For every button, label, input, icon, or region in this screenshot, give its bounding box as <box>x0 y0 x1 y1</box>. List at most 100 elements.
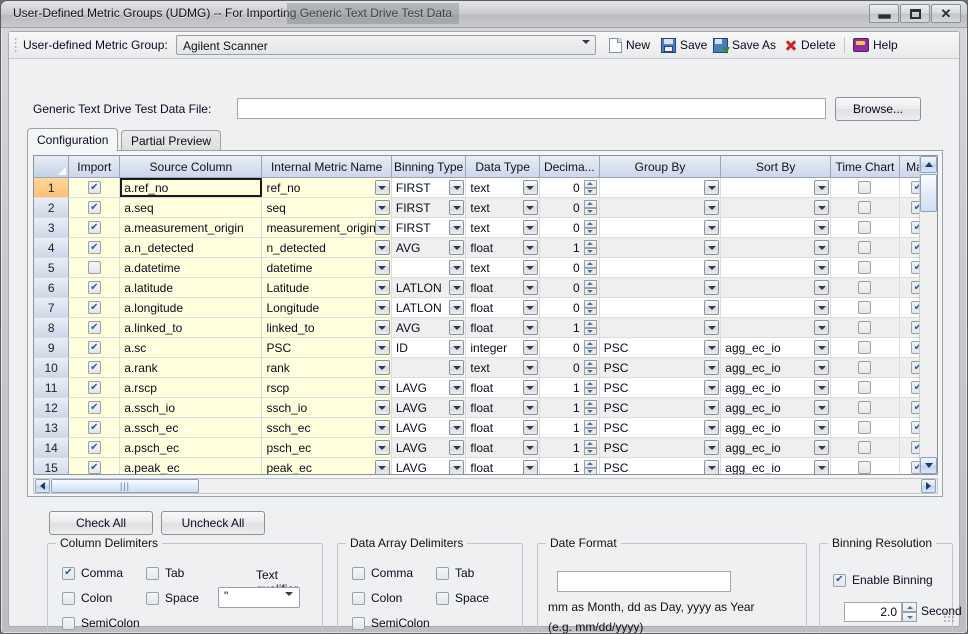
dropdown-button[interactable] <box>704 380 720 395</box>
sort-by-cell[interactable] <box>721 238 832 257</box>
table-row[interactable]: 15 a.peak_ec peak_ec LAVG float 1PSC agg_ec_io <box>34 458 937 474</box>
time-chart-checkbox-cell[interactable] <box>831 178 900 197</box>
stepper-up-button[interactable] <box>583 360 597 368</box>
decimals-stepper[interactable] <box>583 180 597 195</box>
table-row[interactable]: 8 a.linked_to linked_to AVG float 1 <box>34 318 937 338</box>
import-checkbox-cell[interactable] <box>69 278 121 297</box>
dropdown-button[interactable] <box>522 440 538 455</box>
internal-metric-name-cell[interactable]: linked_to <box>262 318 392 337</box>
column-delimiter-space[interactable]: Space <box>146 591 199 605</box>
column-header-decimals[interactable]: Decima... <box>540 156 600 177</box>
decimals-stepper[interactable] <box>583 460 597 474</box>
stepper-up-button[interactable] <box>583 380 597 388</box>
internal-metric-name-cell[interactable]: rank <box>262 358 392 377</box>
table-row[interactable]: 10 a.rank rank text 0PSC agg_ec_io <box>34 358 937 378</box>
row-number-cell[interactable]: 15 <box>34 458 70 474</box>
dropdown-button[interactable] <box>814 180 830 195</box>
dropdown-button[interactable] <box>704 260 720 275</box>
dropdown-button[interactable] <box>704 280 720 295</box>
dropdown-button[interactable] <box>814 440 830 455</box>
binning-type-cell[interactable]: LAVG <box>391 458 467 474</box>
dropdown-button[interactable] <box>449 280 465 295</box>
stepper-up-button[interactable] <box>583 400 597 408</box>
stepper-down-button[interactable] <box>902 612 917 622</box>
internal-metric-name-cell[interactable]: ssch_io <box>262 398 392 417</box>
dropdown-button[interactable] <box>522 260 538 275</box>
group-by-cell[interactable]: PSC <box>599 338 722 357</box>
decimals-cell[interactable]: 0 <box>539 258 600 277</box>
dropdown-button[interactable] <box>522 200 538 215</box>
binning-type-cell[interactable]: LAVG <box>391 418 467 437</box>
stepper-down-button[interactable] <box>583 347 597 355</box>
time-chart-checkbox-cell[interactable] <box>831 358 900 377</box>
minimize-button[interactable] <box>869 4 899 23</box>
data-array-delimiter-tab[interactable]: Tab <box>436 566 474 580</box>
browse-button[interactable]: Browse... <box>835 97 921 121</box>
dropdown-button[interactable] <box>374 420 390 435</box>
decimals-cell[interactable]: 0 <box>539 278 600 297</box>
dropdown-button[interactable] <box>814 360 830 375</box>
column-header-group-by[interactable]: Group By <box>600 156 722 177</box>
stepper-down-button[interactable] <box>583 227 597 235</box>
source-column-cell[interactable]: a.ref_no <box>120 178 263 197</box>
dropdown-button[interactable] <box>522 420 538 435</box>
column-header-import[interactable]: Import <box>69 156 121 177</box>
internal-metric-name-cell[interactable]: peak_ec <box>262 458 392 474</box>
source-column-cell[interactable]: a.longitude <box>120 298 263 317</box>
sort-by-cell[interactable] <box>721 198 832 217</box>
source-column-cell[interactable]: a.n_detected <box>120 238 263 257</box>
decimals-cell[interactable]: 1 <box>539 458 600 474</box>
data-type-cell[interactable]: integer <box>466 338 540 357</box>
row-number-cell[interactable]: 3 <box>34 218 70 237</box>
dropdown-button[interactable] <box>449 420 465 435</box>
dropdown-button[interactable] <box>449 440 465 455</box>
source-column-cell[interactable]: a.ssch_ec <box>120 418 263 437</box>
time-chart-checkbox-cell[interactable] <box>831 438 900 457</box>
stepper-down-button[interactable] <box>583 427 597 435</box>
dropdown-button[interactable] <box>522 360 538 375</box>
time-chart-checkbox-cell[interactable] <box>831 218 900 237</box>
decimals-cell[interactable]: 1 <box>539 318 600 337</box>
dropdown-button[interactable] <box>814 220 830 235</box>
table-row[interactable]: 11 a.rscp rscp LAVG float 1PSC agg_ec_io <box>34 378 937 398</box>
decimals-cell[interactable]: 0 <box>539 338 600 357</box>
dropdown-button[interactable] <box>374 460 390 474</box>
binning-type-cell[interactable]: LAVG <box>391 378 467 397</box>
uncheck-all-button[interactable]: Uncheck All <box>161 511 265 535</box>
row-number-cell[interactable]: 5 <box>34 258 70 277</box>
dropdown-button[interactable] <box>704 420 720 435</box>
decimals-cell[interactable]: 1 <box>539 238 600 257</box>
row-number-cell[interactable]: 12 <box>34 398 70 417</box>
table-row[interactable]: 3 a.measurement_origin measurement_origin F… <box>34 218 937 238</box>
dropdown-button[interactable] <box>449 400 465 415</box>
sort-by-cell[interactable] <box>721 218 832 237</box>
data-array-delimiter-comma[interactable]: Comma <box>352 566 413 580</box>
sort-by-cell[interactable] <box>721 318 832 337</box>
group-by-cell[interactable]: PSC <box>599 458 722 474</box>
decimals-cell[interactable]: 0 <box>539 218 600 237</box>
time-chart-checkbox-cell[interactable] <box>831 298 900 317</box>
stepper-up-button[interactable] <box>583 340 597 348</box>
stepper-up-button[interactable] <box>583 300 597 308</box>
scroll-down-button[interactable] <box>920 457 937 474</box>
save-as-button[interactable]: Save As <box>713 36 776 54</box>
sort-by-cell[interactable]: agg_ec_io <box>721 418 832 437</box>
group-by-cell[interactable] <box>599 278 722 297</box>
column-header-sort-by[interactable]: Sort By <box>721 156 832 177</box>
toolbar-grip[interactable] <box>14 37 18 53</box>
dropdown-button[interactable] <box>374 380 390 395</box>
row-number-cell[interactable]: 2 <box>34 198 70 217</box>
import-checkbox-cell[interactable] <box>69 218 121 237</box>
source-column-cell[interactable]: a.sc <box>120 338 263 357</box>
stepper-down-button[interactable] <box>583 387 597 395</box>
dropdown-button[interactable] <box>522 240 538 255</box>
dropdown-button[interactable] <box>814 240 830 255</box>
internal-metric-name-cell[interactable]: measurement_origin <box>262 218 392 237</box>
metric-grid[interactable]: Import Source Column Internal Metric Nam… <box>33 155 938 475</box>
stepper-down-button[interactable] <box>583 287 597 295</box>
import-checkbox-cell[interactable] <box>69 418 121 437</box>
binning-value-stepper[interactable] <box>902 602 917 622</box>
grid-vertical-scrollbar[interactable] <box>919 156 937 474</box>
dropdown-button[interactable] <box>374 200 390 215</box>
stepper-down-button[interactable] <box>583 367 597 375</box>
